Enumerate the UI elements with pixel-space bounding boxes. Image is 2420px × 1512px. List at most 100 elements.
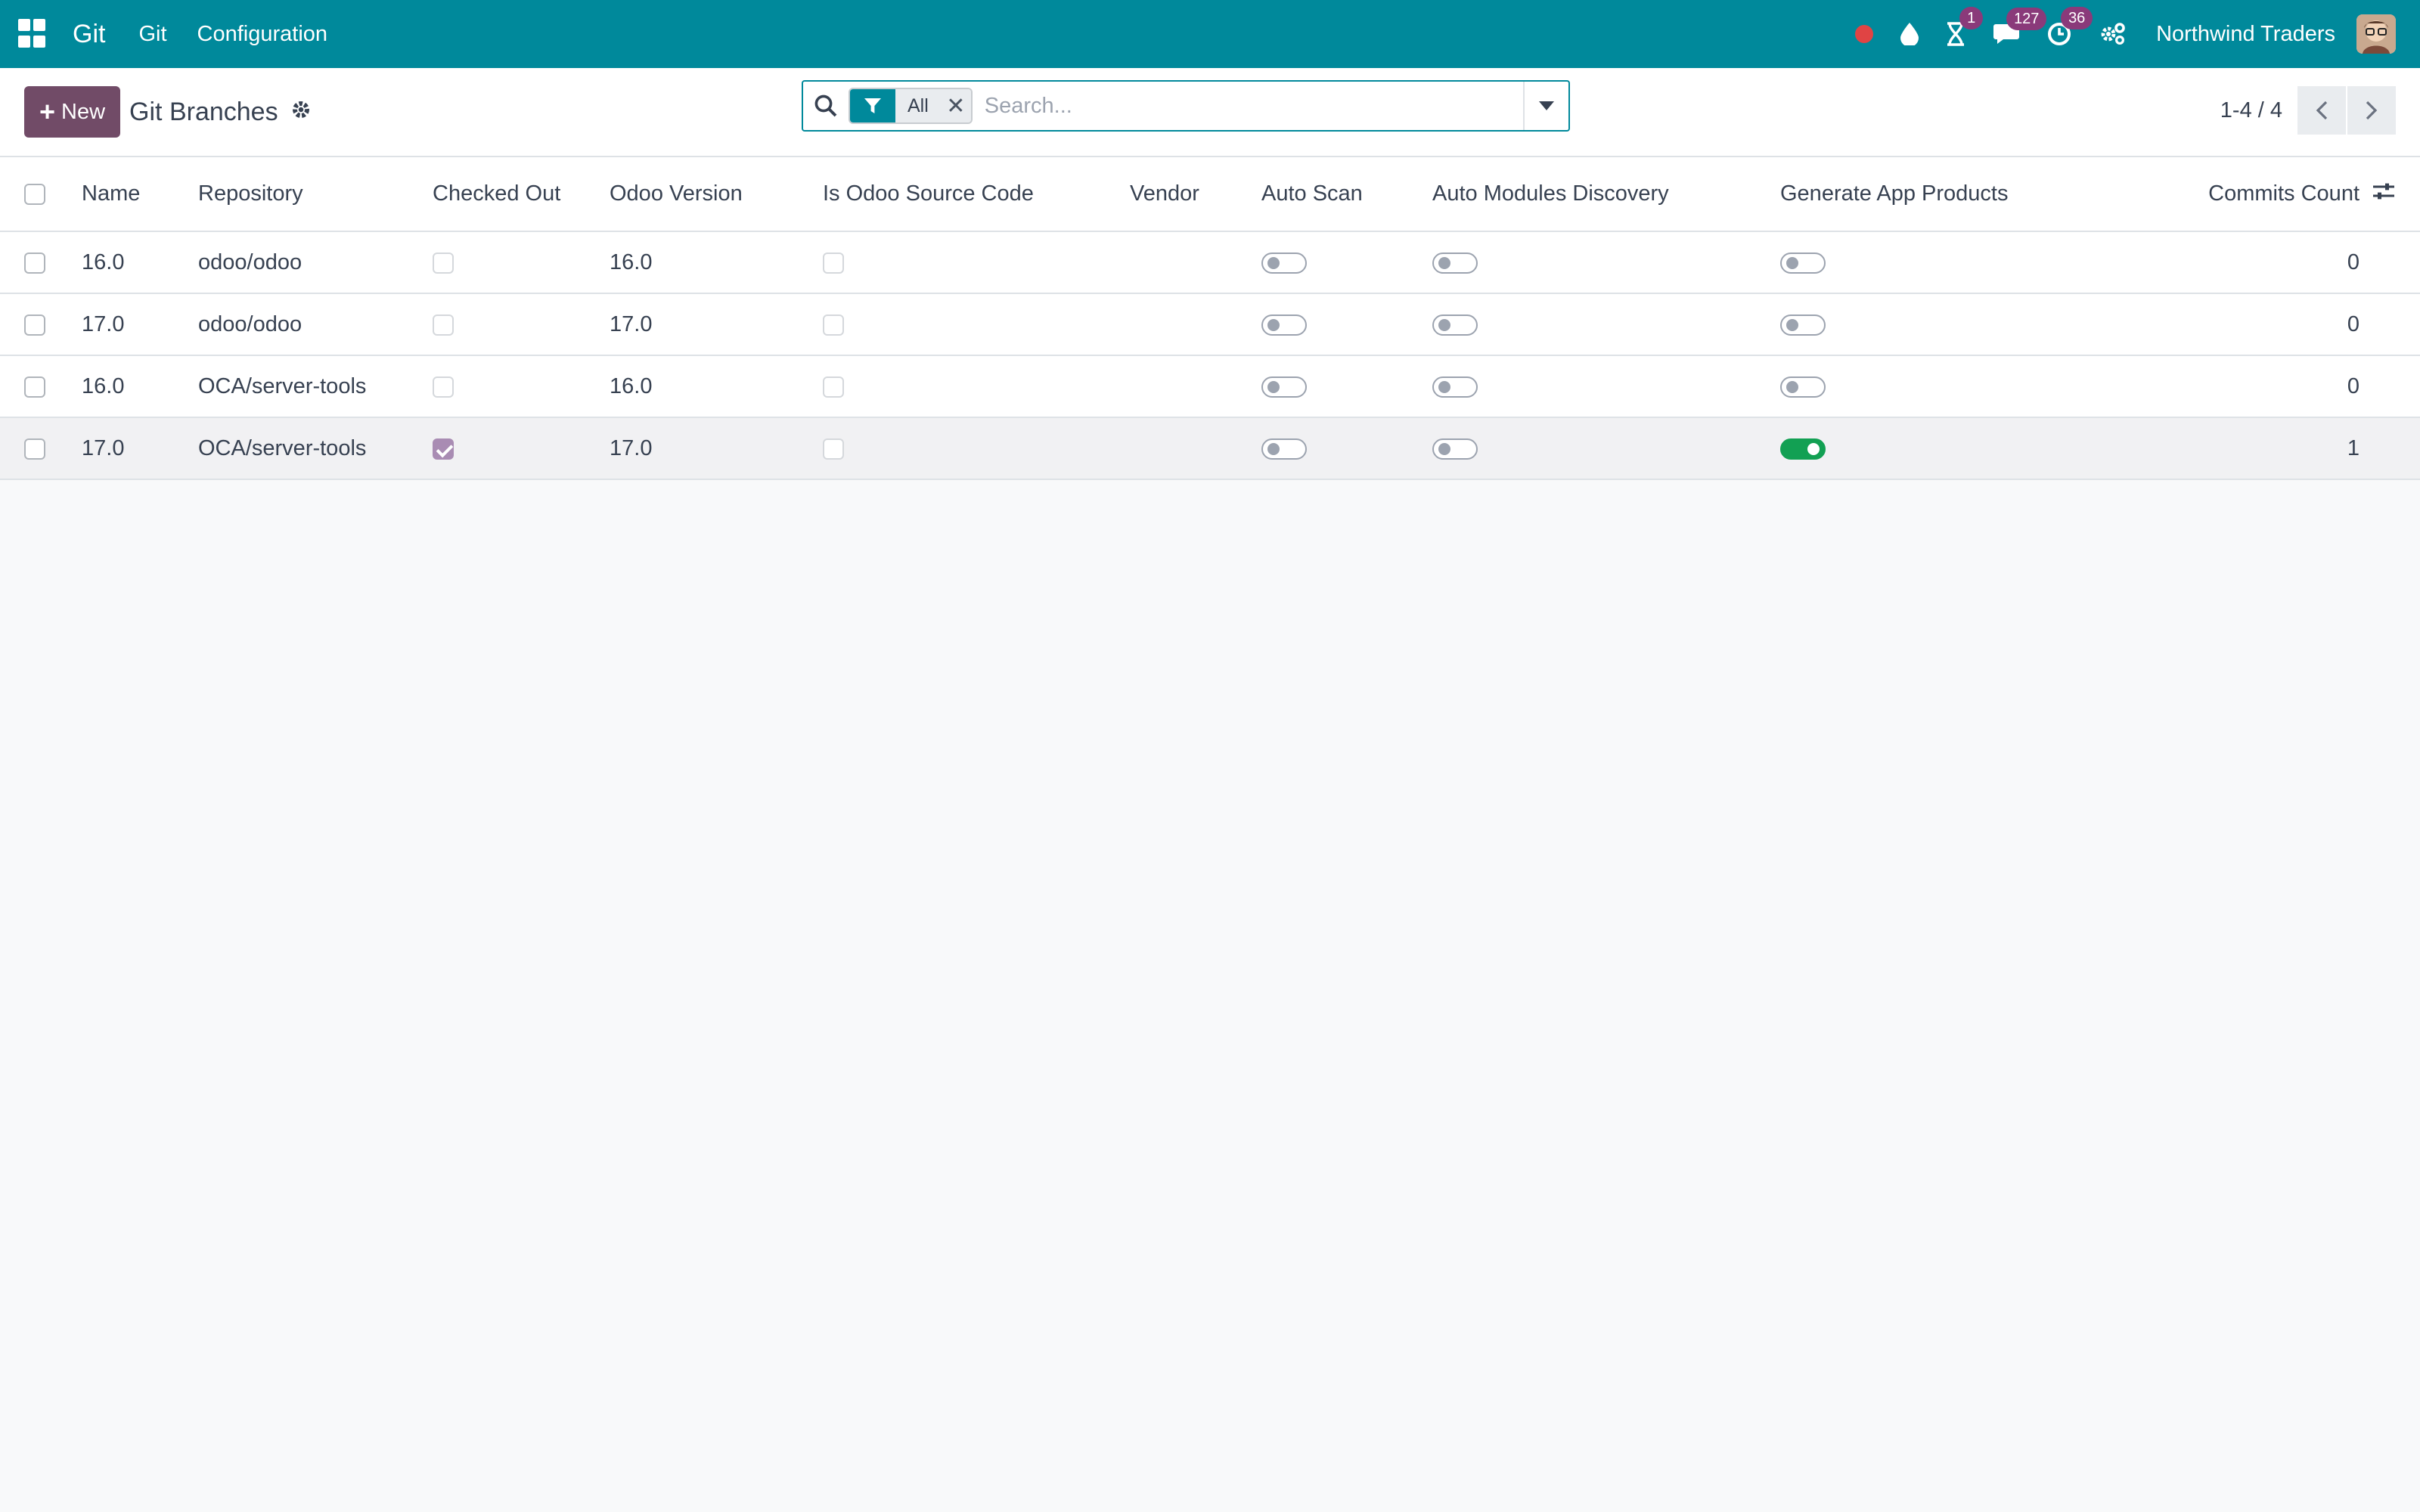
cell-is-odoo-source (811, 293, 1118, 355)
generate-products-toggle[interactable] (1780, 376, 1826, 398)
row-select-cell (0, 355, 70, 417)
cell-name: 16.0 (82, 249, 125, 274)
is-odoo-source-checkbox (823, 314, 844, 336)
cell-vendor (1118, 231, 1249, 293)
cell-repository: OCA/server-tools (198, 435, 367, 460)
search-icon (803, 94, 849, 117)
cell-commits-count: 0 (2347, 311, 2360, 336)
cell-generate-app-products (1768, 355, 2040, 417)
row-select-checkbox[interactable] (24, 314, 45, 336)
auto-discovery-toggle[interactable] (1432, 314, 1478, 336)
debug-menu[interactable] (1900, 23, 1919, 45)
header-commits-count[interactable]: Commits Count (2040, 157, 2372, 231)
header-repository[interactable]: Repository (186, 157, 420, 231)
cell-vendor (1118, 417, 1249, 479)
header-is-odoo-source[interactable]: Is Odoo Source Code (811, 157, 1118, 231)
cell-is-odoo-source (811, 231, 1118, 293)
search-bar: All ✕ (802, 80, 1570, 132)
table-row[interactable]: 16.0 OCA/server-tools 16.0 0 (0, 355, 2420, 417)
search-input[interactable] (972, 93, 1523, 119)
cell-odoo-version: 17.0 (610, 311, 653, 336)
pager-previous-button[interactable] (2297, 86, 2346, 135)
pager-next-button[interactable] (2347, 86, 2396, 135)
optional-columns-toggle[interactable] (2372, 157, 2420, 231)
apps-menu-icon[interactable] (18, 19, 48, 49)
recording-status[interactable] (1855, 25, 1874, 43)
menu-configuration[interactable]: Configuration (197, 22, 328, 47)
row-select-checkbox[interactable] (24, 376, 45, 398)
search-options-toggle[interactable] (1523, 82, 1568, 130)
top-navbar: Git Git Configuration 1 127 36 Northwind… (0, 0, 2420, 68)
cell-repository: OCA/server-tools (198, 373, 367, 398)
actions-gear-icon[interactable] (290, 98, 312, 126)
clock-badge: 36 (2061, 7, 2093, 29)
search-facet: All ✕ (849, 88, 973, 124)
checked-out-checkbox (433, 438, 454, 460)
activity-badge: 1 (1959, 7, 1984, 29)
auto-scan-toggle[interactable] (1261, 438, 1307, 460)
row-select-checkbox[interactable] (24, 438, 45, 460)
select-all-cell (0, 157, 70, 231)
header-name[interactable]: Name (70, 157, 186, 231)
auto-discovery-toggle[interactable] (1432, 252, 1478, 274)
caret-down-icon (1539, 101, 1554, 110)
header-vendor[interactable]: Vendor (1118, 157, 1249, 231)
cell-checked-out (420, 293, 597, 355)
cell-auto-modules-discovery (1420, 417, 1768, 479)
branches-list: Name Repository Checked Out Odoo Version… (0, 157, 2420, 480)
header-checked-out[interactable]: Checked Out (420, 157, 597, 231)
messaging-menu[interactable]: 127 (1993, 8, 2047, 45)
header-auto-scan[interactable]: Auto Scan (1249, 157, 1420, 231)
clock-menu[interactable]: 36 (2047, 7, 2093, 46)
settings-menu[interactable] (2099, 22, 2126, 46)
user-avatar[interactable] (2356, 14, 2396, 54)
record-dot-icon (1855, 25, 1874, 43)
header-odoo-version[interactable]: Odoo Version (597, 157, 811, 231)
header-auto-modules-discovery[interactable]: Auto Modules Discovery (1420, 157, 1768, 231)
auto-discovery-toggle[interactable] (1432, 438, 1478, 460)
cell-odoo-version: 16.0 (610, 373, 653, 398)
auto-scan-toggle[interactable] (1261, 252, 1307, 274)
checked-out-checkbox (433, 314, 454, 336)
cell-spacer (2372, 355, 2420, 417)
sliders-icon (2373, 183, 2394, 199)
gears-icon (2101, 23, 2125, 45)
cell-spacer (2372, 293, 2420, 355)
select-all-checkbox[interactable] (24, 184, 45, 206)
pager: 1-4 / 4 (2220, 86, 2396, 135)
row-select-checkbox[interactable] (24, 252, 45, 274)
cell-auto-modules-discovery (1420, 231, 1768, 293)
table-row[interactable]: 17.0 odoo/odoo 17.0 0 (0, 293, 2420, 355)
chevron-right-icon (2366, 101, 2378, 120)
company-switcher[interactable]: Northwind Traders (2156, 22, 2335, 47)
new-button-label: New (61, 99, 106, 124)
cell-generate-app-products (1768, 293, 2040, 355)
generate-products-toggle[interactable] (1780, 252, 1826, 274)
generate-products-toggle[interactable] (1780, 438, 1826, 460)
activity-menu[interactable]: 1 (1946, 7, 1984, 46)
auto-discovery-toggle[interactable] (1432, 376, 1478, 398)
cell-auto-scan (1249, 231, 1420, 293)
table-row[interactable]: 17.0 OCA/server-tools 17.0 1 (0, 417, 2420, 479)
cell-auto-modules-discovery (1420, 355, 1768, 417)
cell-vendor (1118, 293, 1249, 355)
chevron-left-icon (2316, 101, 2328, 120)
control-panel: + New Git Branches All ✕ 1-4 / 4 (0, 68, 2420, 157)
cell-auto-scan (1249, 293, 1420, 355)
header-generate-app-products[interactable]: Generate App Products (1768, 157, 2040, 231)
auto-scan-toggle[interactable] (1261, 314, 1307, 336)
menu-git[interactable]: Git (138, 22, 166, 47)
cell-name: 17.0 (82, 435, 125, 460)
facet-remove-icon[interactable]: ✕ (940, 89, 971, 122)
row-select-cell (0, 231, 70, 293)
messages-badge: 127 (2006, 8, 2047, 30)
cell-vendor (1118, 355, 1249, 417)
app-brand[interactable]: Git (73, 20, 105, 49)
pager-value[interactable]: 1-4 / 4 (2220, 98, 2282, 123)
auto-scan-toggle[interactable] (1261, 376, 1307, 398)
cell-auto-modules-discovery (1420, 293, 1768, 355)
new-button[interactable]: + New (24, 86, 121, 138)
table-row[interactable]: 16.0 odoo/odoo 16.0 0 (0, 231, 2420, 293)
droplet-icon (1900, 23, 1919, 45)
generate-products-toggle[interactable] (1780, 314, 1826, 336)
